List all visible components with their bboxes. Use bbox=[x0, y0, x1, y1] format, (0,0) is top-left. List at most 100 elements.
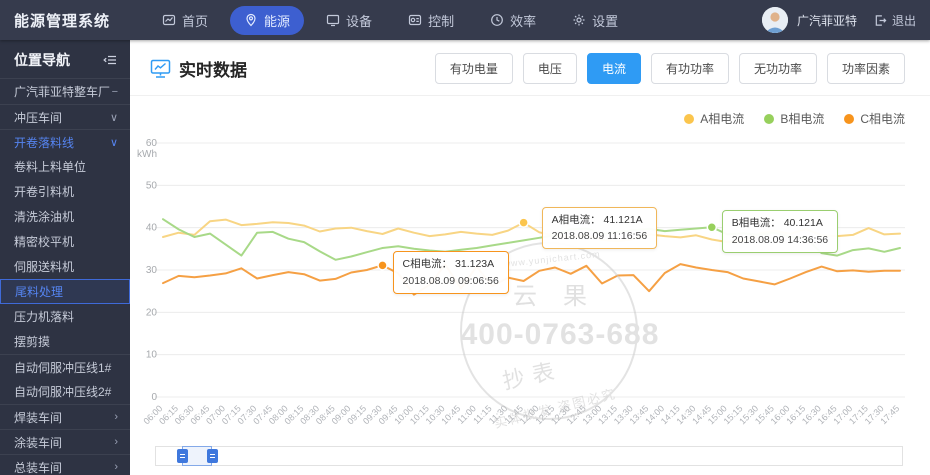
sidebar-collapse-icon[interactable] bbox=[103, 53, 118, 67]
y-axis-label: 0 bbox=[151, 392, 157, 403]
series-line-C相电流[interactable] bbox=[162, 263, 901, 296]
app-window: 能源管理系统 首页 能源 设备 控制 效率 设置 广汽菲亚特 退出 位置导航 广… bbox=[0, 0, 930, 475]
legend-dot-icon bbox=[764, 113, 775, 124]
nav-menu: 首页 能源 设备 控制 效率 设置 bbox=[148, 5, 632, 35]
sidebar-item-chevron-down-icon: ∨ bbox=[109, 111, 118, 124]
gear-icon bbox=[573, 14, 585, 26]
tooltip-time: 2018.08.09 09:06:56 bbox=[402, 274, 499, 287]
tooltip-time: 2018.08.09 11:16:56 bbox=[551, 229, 648, 242]
sidebar-item-label: 卷料上料单位 bbox=[14, 160, 87, 174]
chart-canvas[interactable]: 0102030405060kWh06:0006:1506:3006:4507:0… bbox=[130, 125, 930, 440]
avatar[interactable] bbox=[761, 7, 788, 33]
datazoom-handle-left[interactable] bbox=[177, 449, 188, 463]
y-axis-label: 50 bbox=[146, 180, 158, 191]
y-axis-label: 20 bbox=[146, 307, 158, 318]
sidebar-item-label: 总装车间 bbox=[14, 460, 63, 475]
datazoom-handle-right[interactable] bbox=[207, 449, 218, 463]
nav-item-设备[interactable]: 设备 bbox=[312, 6, 386, 35]
tooltip-B相电流: B相电流： 40.121A 2018.08.09 14:36:56 bbox=[721, 210, 839, 253]
main-content: 实时数据 有功电量 电压 电流 有功功率 无功功率 功率因素 A相电流 B相电流 C相电流 0… bbox=[130, 40, 930, 475]
sidebar-item-广汽菲亚特整车厂[interactable]: 广汽菲亚特整车厂 − bbox=[0, 79, 130, 104]
metric-button-有功电量[interactable]: 有功电量 bbox=[434, 53, 513, 84]
nav-item-label: 能源 bbox=[264, 13, 291, 29]
metric-button-电压[interactable]: 电压 bbox=[522, 53, 577, 84]
marker-point-A相电流[interactable] bbox=[518, 217, 529, 228]
sidebar-item-label: 尾料处理 bbox=[15, 285, 64, 299]
sidebar-item-label: 开卷落料线 bbox=[14, 135, 75, 150]
nav-item-首页[interactable]: 首页 bbox=[148, 6, 222, 35]
sidebar-item-开卷落料线[interactable]: 开卷落料线 ∨ bbox=[0, 129, 130, 154]
clock-icon bbox=[491, 14, 503, 26]
sidebar-item-尾料处理[interactable]: 尾料处理 bbox=[0, 279, 130, 304]
sidebar-item-label: 冲压车间 bbox=[14, 110, 63, 125]
nav-item-效率[interactable]: 效率 bbox=[476, 6, 550, 35]
tooltip-C相电流: C相电流： 31.123A 2018.08.09 09:06:56 bbox=[392, 251, 509, 294]
sidebar-item-精密校平机[interactable]: 精密校平机 bbox=[0, 229, 130, 254]
sidebar-item-chevron-right-icon: › bbox=[114, 436, 118, 448]
sidebar-item-label: 自动伺服冲压线1# bbox=[14, 360, 112, 375]
sidebar-item-chevron-down-icon: ∨ bbox=[109, 136, 118, 149]
page-title-text: 实时数据 bbox=[179, 61, 247, 80]
metric-button-电流[interactable]: 电流 bbox=[586, 53, 641, 84]
nav-item-label: 设备 bbox=[346, 13, 373, 29]
realtime-chart-icon bbox=[150, 59, 171, 78]
metric-button-功率因素[interactable]: 功率因素 bbox=[826, 53, 905, 84]
nav-item-label: 设置 bbox=[592, 13, 619, 29]
nav-item-label: 首页 bbox=[182, 13, 209, 29]
sidebar-item-label: 广汽菲亚特整车厂 bbox=[14, 85, 111, 99]
sidebar-item-压力机落料[interactable]: 压力机落料 bbox=[0, 304, 130, 329]
sidebar-item-涂装车间[interactable]: 涂装车间 › bbox=[0, 429, 130, 454]
device-icon bbox=[326, 14, 340, 27]
avatar-image bbox=[761, 7, 788, 33]
page-title: 实时数据 bbox=[150, 56, 247, 81]
tooltip-value: A相电流： 41.121A bbox=[551, 213, 643, 226]
sidebar-item-摆剪摸[interactable]: 摆剪摸 bbox=[0, 329, 130, 354]
sidebar-item-label: 自动伺服冲压线2# bbox=[14, 385, 112, 399]
tooltip-value: B相电流： 40.121A bbox=[731, 217, 823, 230]
top-navbar: 能源管理系统 首页 能源 设备 控制 效率 设置 广汽菲亚特 退出 bbox=[0, 0, 930, 40]
nav-item-能源[interactable]: 能源 bbox=[230, 5, 305, 35]
marker-point-B相电流[interactable] bbox=[706, 221, 718, 233]
logout-label: 退出 bbox=[891, 13, 916, 28]
app-title: 能源管理系统 bbox=[14, 12, 111, 30]
nav-user-area: 广汽菲亚特 退出 bbox=[761, 7, 916, 33]
sidebar-item-自动伺服冲压线1#[interactable]: 自动伺服冲压线1# bbox=[0, 354, 130, 379]
y-axis-label: 60 bbox=[146, 138, 158, 149]
logout-button[interactable]: 退出 bbox=[874, 12, 916, 29]
sidebar-item-label: 开卷引料机 bbox=[14, 185, 75, 199]
nav-item-设置[interactable]: 设置 bbox=[558, 6, 632, 35]
realtime-chart[interactable]: 0 10 20 30 40 50 60 kWh 06:00 06:15 06:30 06:45 07:0… bbox=[130, 125, 930, 440]
sidebar-item-自动伺服冲压线2#[interactable]: 自动伺服冲压线2# bbox=[0, 379, 130, 404]
y-axis-label: 40 bbox=[146, 223, 158, 234]
main-header: 实时数据 有功电量 电压 电流 有功功率 无功功率 功率因素 bbox=[130, 40, 930, 96]
tooltip-A相电流: A相电流： 41.121A 2018.08.09 11:16:56 bbox=[541, 206, 658, 250]
tooltip-time: 2018.08.09 14:36:56 bbox=[731, 233, 829, 246]
sidebar-title: 位置导航 bbox=[14, 52, 70, 68]
y-axis-label: 30 bbox=[146, 265, 158, 276]
legend-dot-icon bbox=[684, 113, 695, 124]
sidebar-tree: 广汽菲亚特整车厂 − 冲压车间 ∨ 开卷落料线 ∨ 卷料上料单位 开卷引料机清洗涂油机精密校平… bbox=[0, 79, 130, 475]
sidebar-item-开卷引料机[interactable]: 开卷引料机 bbox=[0, 179, 130, 204]
user-name: 广汽菲亚特 bbox=[796, 13, 857, 28]
sidebar-item-label: 精密校平机 bbox=[14, 235, 75, 249]
sidebar-item-label: 清洗涂油机 bbox=[14, 210, 75, 224]
metric-button-无功功率[interactable]: 无功功率 bbox=[738, 53, 817, 84]
sidebar-item-chevron-right-icon: › bbox=[114, 411, 118, 423]
sidebar-header: 位置导航 bbox=[0, 40, 130, 79]
sidebar-item-伺服送料机[interactable]: 伺服送料机 bbox=[0, 254, 130, 279]
metric-button-有功功率[interactable]: 有功功率 bbox=[650, 53, 729, 84]
nav-item-控制[interactable]: 控制 bbox=[394, 6, 468, 35]
sidebar-item-卷料上料单位[interactable]: 卷料上料单位 bbox=[0, 154, 130, 179]
location-pin-icon bbox=[246, 13, 256, 27]
marker-point-C相电流[interactable] bbox=[377, 260, 388, 271]
datazoom-slider[interactable] bbox=[155, 446, 903, 466]
sidebar-item-冲压车间[interactable]: 冲压车间 ∨ bbox=[0, 104, 130, 129]
sidebar-item-label: 涂装车间 bbox=[14, 435, 63, 450]
sidebar-item-焊装车间[interactable]: 焊装车间 › bbox=[0, 404, 130, 429]
metric-button-group: 有功电量 电压 电流 有功功率 无功功率 功率因素 bbox=[434, 53, 905, 84]
control-icon bbox=[408, 14, 422, 26]
sidebar-item-清洗涂油机[interactable]: 清洗涂油机 bbox=[0, 204, 130, 229]
sidebar-item-总装车间[interactable]: 总装车间 › bbox=[0, 454, 130, 475]
logout-icon bbox=[875, 14, 887, 26]
home-chart-icon bbox=[162, 14, 176, 26]
